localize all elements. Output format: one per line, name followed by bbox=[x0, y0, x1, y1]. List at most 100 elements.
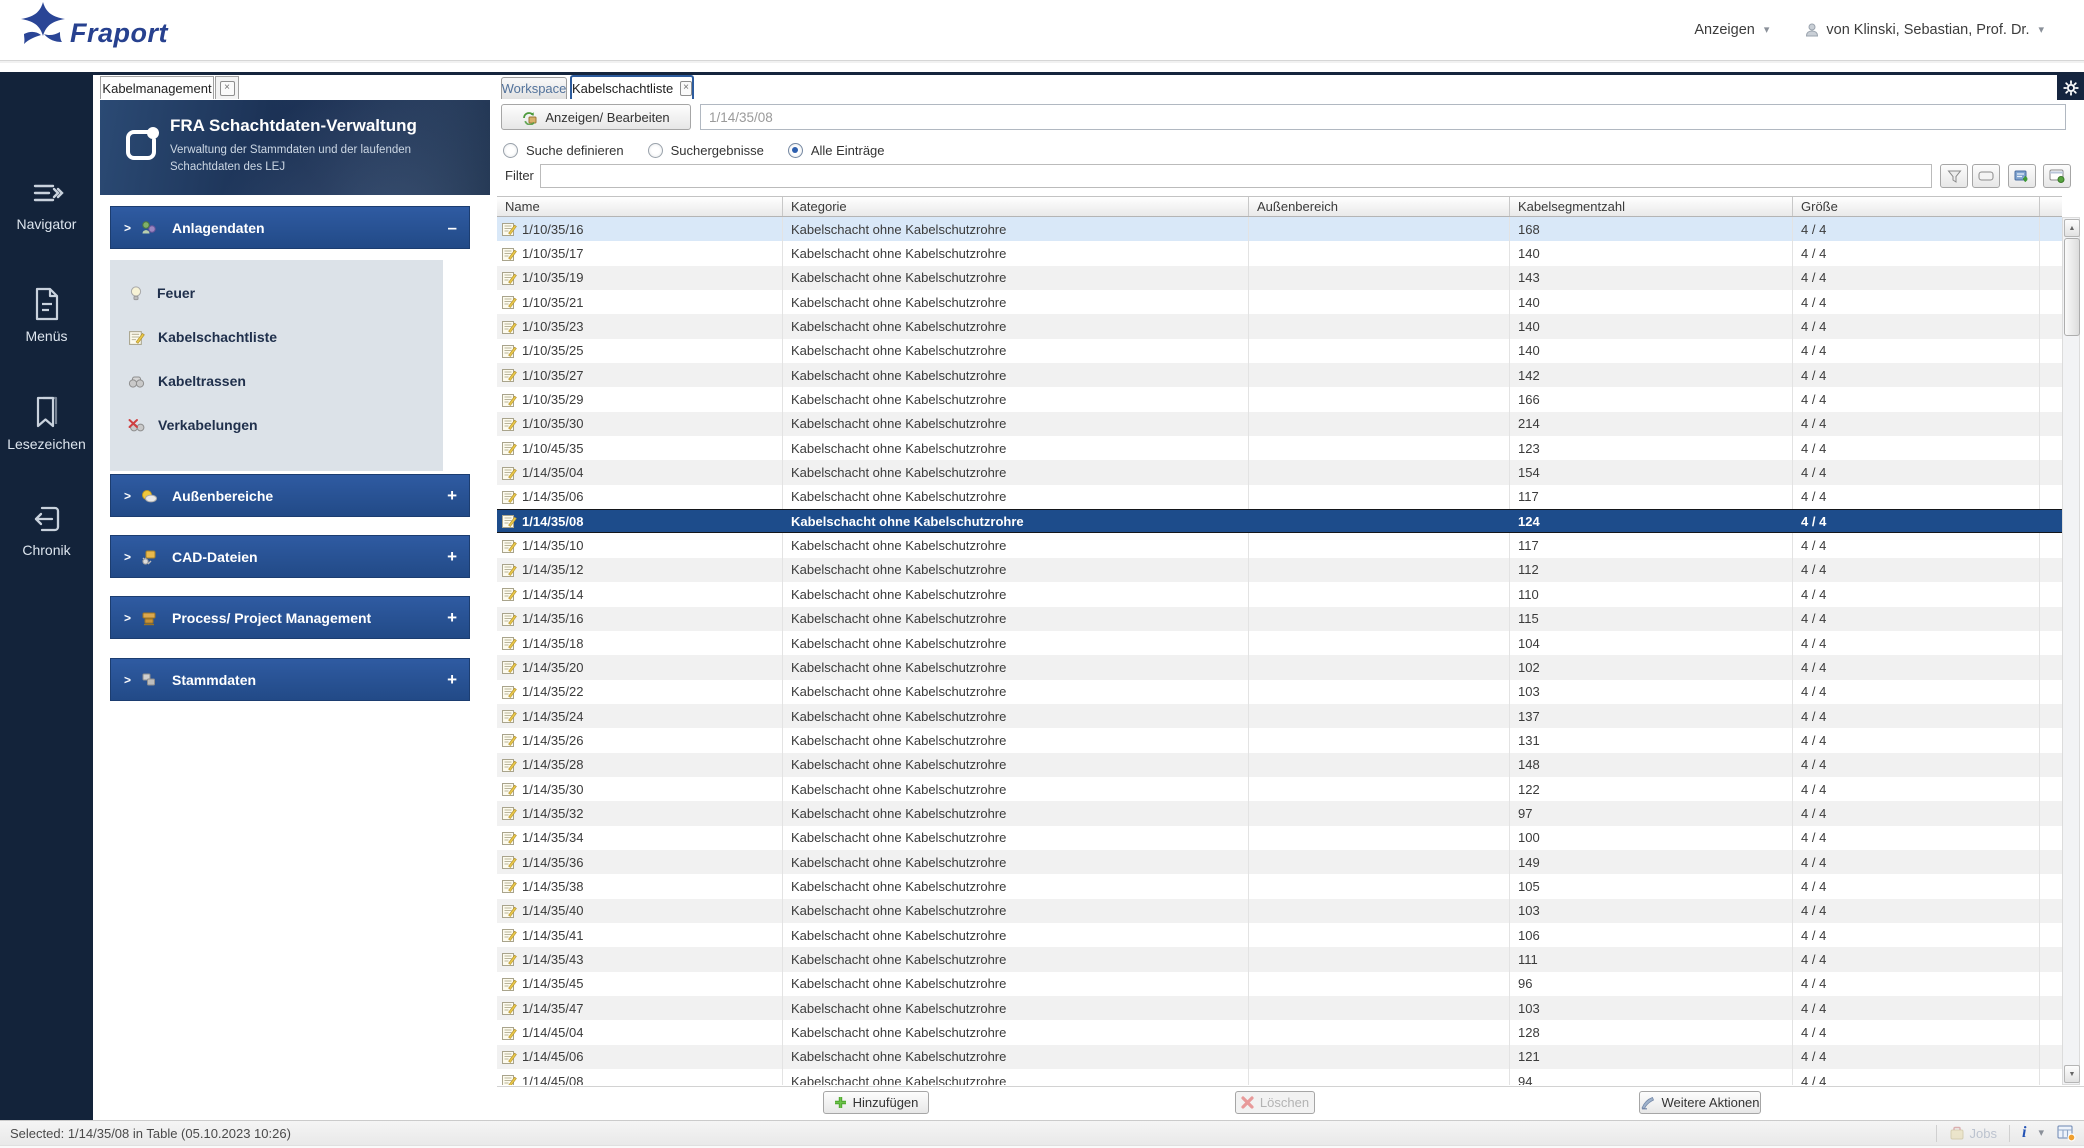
table-row[interactable]: 1/14/35/08 Kabelschacht ohne Kabelschutz… bbox=[497, 509, 2062, 533]
chevron-down-icon[interactable]: ▾ bbox=[2038, 25, 2044, 36]
user-menu[interactable]: von Klinski, Sebastian, Prof. Dr. bbox=[1804, 22, 2029, 38]
table-row[interactable]: 1/14/35/10 Kabelschacht ohne Kabelschutz… bbox=[497, 533, 2062, 557]
table-row[interactable]: 1/14/35/28 Kabelschacht ohne Kabelschutz… bbox=[497, 753, 2062, 777]
menu-item-kabelschachtliste[interactable]: Kabelschachtliste bbox=[110, 320, 443, 354]
cell-groesse: 4 / 4 bbox=[1801, 684, 1826, 699]
table-row[interactable]: 1/10/35/30 Kabelschacht ohne Kabelschutz… bbox=[497, 412, 2062, 436]
table-row[interactable]: 1/10/35/23 Kabelschacht ohne Kabelschutz… bbox=[497, 314, 2062, 338]
expand-icon[interactable]: + bbox=[447, 486, 457, 506]
accordion-anlagendaten[interactable]: > Anlagendaten – bbox=[110, 206, 470, 249]
radio-alle-eintraege[interactable]: Alle Einträge bbox=[788, 143, 885, 158]
table-row[interactable]: 1/10/35/29 Kabelschacht ohne Kabelschutz… bbox=[497, 387, 2062, 411]
table-row[interactable]: 1/14/35/32 Kabelschacht ohne Kabelschutz… bbox=[497, 801, 2062, 825]
table-view-icon[interactable] bbox=[2056, 1124, 2076, 1142]
table-row[interactable]: 1/14/35/16 Kabelschacht ohne Kabelschutz… bbox=[497, 607, 2062, 631]
cell-name: 1/10/45/35 bbox=[522, 441, 583, 456]
history-icon bbox=[30, 502, 64, 536]
rail-item-navigator[interactable]: Navigator bbox=[0, 180, 93, 232]
jobs-button[interactable]: Jobs bbox=[1949, 1126, 1997, 1141]
tab-label: Workspace bbox=[502, 81, 567, 96]
cell-name: 1/10/35/25 bbox=[522, 343, 583, 358]
cell-groesse: 4 / 4 bbox=[1801, 1049, 1826, 1064]
table-row[interactable]: 1/14/35/41 Kabelschacht ohne Kabelschutz… bbox=[497, 923, 2062, 947]
menu-item-kabeltrassen[interactable]: Kabeltrassen bbox=[110, 364, 443, 398]
anzeigen-bearbeiten-button[interactable]: Anzeigen/ Bearbeiten bbox=[501, 104, 691, 130]
note-edit-icon bbox=[501, 684, 517, 700]
table-row[interactable]: 1/14/45/04 Kabelschacht ohne Kabelschutz… bbox=[497, 1020, 2062, 1044]
column-header-aussenbereich[interactable]: Außenbereich bbox=[1249, 197, 1510, 216]
table-row[interactable]: 1/14/35/18 Kabelschacht ohne Kabelschutz… bbox=[497, 631, 2062, 655]
close-icon[interactable]: × bbox=[680, 81, 692, 96]
anzeigen-menu[interactable]: Anzeigen bbox=[1694, 22, 1754, 38]
table-row[interactable]: 1/14/35/04 Kabelschacht ohne Kabelschutz… bbox=[497, 460, 2062, 484]
tab-kabelmanagement-close[interactable]: × bbox=[215, 76, 239, 99]
radio-suchergebnisse[interactable]: Suchergebnisse bbox=[648, 143, 764, 158]
column-config-button[interactable] bbox=[1972, 164, 2000, 188]
table-row[interactable]: 1/10/35/27 Kabelschacht ohne Kabelschutz… bbox=[497, 363, 2062, 387]
expand-icon[interactable]: + bbox=[447, 608, 457, 628]
table-row[interactable]: 1/14/35/30 Kabelschacht ohne Kabelschutz… bbox=[497, 777, 2062, 801]
accordion-process-project-management[interactable]: > Process/ Project Management + bbox=[110, 596, 470, 639]
table-row[interactable]: 1/14/35/36 Kabelschacht ohne Kabelschutz… bbox=[497, 850, 2062, 874]
chevron-down-icon[interactable]: ▾ bbox=[1764, 25, 1770, 36]
expand-icon[interactable]: + bbox=[447, 547, 457, 567]
table-row[interactable]: 1/14/35/20 Kabelschacht ohne Kabelschutz… bbox=[497, 655, 2062, 679]
table-row[interactable]: 1/14/35/14 Kabelschacht ohne Kabelschutz… bbox=[497, 582, 2062, 606]
menu-item-feuer[interactable]: Feuer bbox=[110, 276, 443, 310]
export-button[interactable] bbox=[2008, 164, 2036, 188]
info-button[interactable]: i bbox=[2022, 1124, 2026, 1142]
table-row[interactable]: 1/14/35/24 Kabelschacht ohne Kabelschutz… bbox=[497, 704, 2062, 728]
table-row[interactable]: 1/14/45/06 Kabelschacht ohne Kabelschutz… bbox=[497, 1045, 2062, 1069]
tab-workspace[interactable]: Workspace bbox=[501, 77, 567, 99]
hinzufuegen-button[interactable]: Hinzufügen bbox=[823, 1091, 929, 1114]
settings-gear-button[interactable] bbox=[2057, 75, 2084, 100]
cell-groesse: 4 / 4 bbox=[1801, 709, 1826, 724]
collapse-icon[interactable]: – bbox=[448, 218, 457, 238]
tab-kabelmanagement[interactable]: Kabelmanagement bbox=[100, 76, 214, 99]
column-header-name[interactable]: Name bbox=[497, 197, 783, 216]
expand-icon[interactable]: + bbox=[447, 670, 457, 690]
filter-funnel-button[interactable] bbox=[1940, 164, 1968, 188]
table-row[interactable]: 1/14/35/22 Kabelschacht ohne Kabelschutz… bbox=[497, 680, 2062, 704]
app-header-card: FRA Schachtdaten-Verwaltung Verwaltung d… bbox=[100, 100, 490, 195]
chevron-down-icon[interactable]: ▾ bbox=[2038, 1128, 2044, 1139]
accordion-cad-dateien[interactable]: > CAD-Dateien + bbox=[110, 535, 470, 578]
table-row[interactable]: 1/14/35/38 Kabelschacht ohne Kabelschutz… bbox=[497, 874, 2062, 898]
table-row[interactable]: 1/14/35/06 Kabelschacht ohne Kabelschutz… bbox=[497, 485, 2062, 509]
loeschen-button[interactable]: Löschen bbox=[1235, 1091, 1315, 1114]
scroll-up-button[interactable]: ▲ bbox=[2064, 219, 2080, 237]
table-row[interactable]: 1/14/35/34 Kabelschacht ohne Kabelschutz… bbox=[497, 826, 2062, 850]
radio-suche-definieren[interactable]: Suche definieren bbox=[503, 143, 624, 158]
table-row[interactable]: 1/14/35/26 Kabelschacht ohne Kabelschutz… bbox=[497, 728, 2062, 752]
rail-item-menus[interactable]: Menüs bbox=[0, 286, 93, 344]
scrollbar-thumb[interactable] bbox=[2064, 238, 2080, 336]
table-row[interactable]: 1/14/45/08 Kabelschacht ohne Kabelschutz… bbox=[497, 1069, 2062, 1085]
table-scrollbar[interactable]: ▲ ▼ bbox=[2062, 217, 2080, 1085]
accordion-stammdaten[interactable]: > Stammdaten + bbox=[110, 658, 470, 701]
table-row[interactable]: 1/14/35/43 Kabelschacht ohne Kabelschutz… bbox=[497, 947, 2062, 971]
table-row[interactable]: 1/10/35/19 Kabelschacht ohne Kabelschutz… bbox=[497, 266, 2062, 290]
column-header-kabelsegmentzahl[interactable]: Kabelsegmentzahl bbox=[1510, 197, 1793, 216]
column-header-groesse[interactable]: Größe bbox=[1793, 197, 2040, 216]
accordion-aussenbereiche[interactable]: > Außenbereiche + bbox=[110, 474, 470, 517]
table-row[interactable]: 1/10/35/25 Kabelschacht ohne Kabelschutz… bbox=[497, 339, 2062, 363]
menu-item-verkabelungen[interactable]: Verkabelungen bbox=[110, 408, 443, 442]
open-in-window-button[interactable] bbox=[2043, 164, 2071, 188]
scroll-down-button[interactable]: ▼ bbox=[2064, 1065, 2080, 1083]
tab-kabelschachtliste[interactable]: Kabelschachtliste × bbox=[570, 75, 694, 99]
table-row[interactable]: 1/10/35/21 Kabelschacht ohne Kabelschutz… bbox=[497, 290, 2062, 314]
rail-item-chronik[interactable]: Chronik bbox=[0, 502, 93, 558]
table-row[interactable]: 1/14/35/12 Kabelschacht ohne Kabelschutz… bbox=[497, 558, 2062, 582]
cell-kabelsegmentzahl: 117 bbox=[1518, 489, 1539, 504]
table-row[interactable]: 1/10/35/16 Kabelschacht ohne Kabelschutz… bbox=[497, 217, 2062, 241]
column-header-kategorie[interactable]: Kategorie bbox=[783, 197, 1249, 216]
table-row[interactable]: 1/10/45/35 Kabelschacht ohne Kabelschutz… bbox=[497, 436, 2062, 460]
rail-item-lesezeichen[interactable]: Lesezeichen bbox=[0, 394, 93, 452]
table-row[interactable]: 1/10/35/17 Kabelschacht ohne Kabelschutz… bbox=[497, 241, 2062, 265]
filter-input[interactable] bbox=[540, 164, 1932, 188]
table-row[interactable]: 1/14/35/40 Kabelschacht ohne Kabelschutz… bbox=[497, 899, 2062, 923]
table-row[interactable]: 1/14/35/45 Kabelschacht ohne Kabelschutz… bbox=[497, 972, 2062, 996]
table-row[interactable]: 1/14/35/47 Kabelschacht ohne Kabelschutz… bbox=[497, 996, 2062, 1020]
weitere-aktionen-button[interactable]: Weitere Aktionen bbox=[1639, 1091, 1761, 1114]
record-search-input[interactable] bbox=[700, 104, 2066, 130]
